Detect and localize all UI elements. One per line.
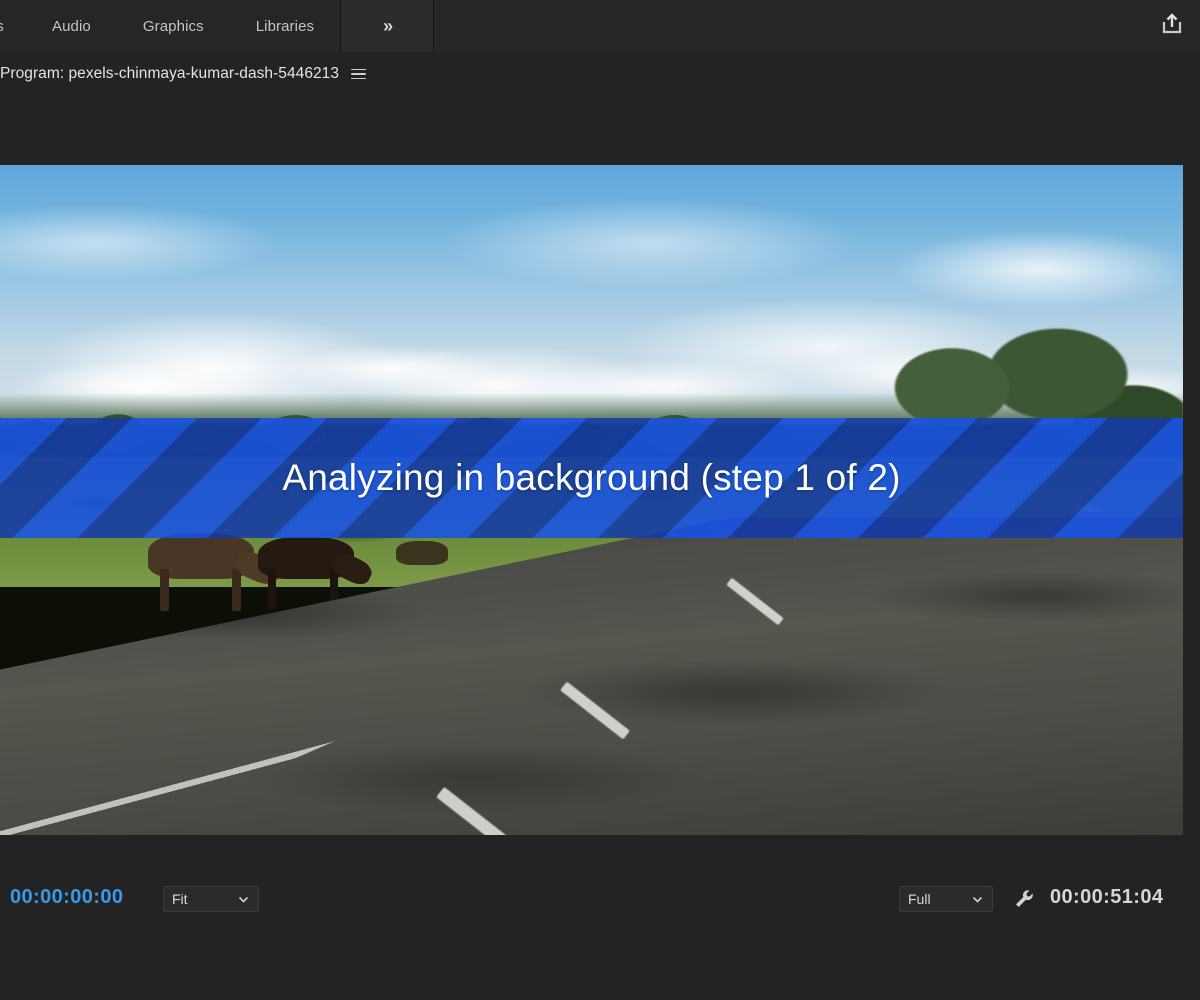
- program-monitor-video-area: Analyzing in background (step 1 of 2): [0, 165, 1200, 868]
- tab-bar-filler: [434, 0, 1200, 52]
- panel-menu-icon[interactable]: [351, 68, 367, 80]
- tab-label: s: [0, 18, 4, 35]
- export-share-icon[interactable]: [1152, 4, 1192, 44]
- tab-overflow-button[interactable]: »: [341, 0, 434, 52]
- wrench-icon[interactable]: [1012, 887, 1036, 911]
- zoom-level-value: Fit: [172, 891, 188, 907]
- program-panel-header: Program: pexels-chinmaya-kumar-dash-5446…: [0, 52, 1200, 165]
- workspace-tab-bar: s Audio Graphics Libraries »: [0, 0, 1200, 52]
- current-timecode[interactable]: 00:00:00:00: [10, 886, 123, 909]
- tab-label: Graphics: [142, 17, 204, 35]
- tab-label: Audio: [52, 17, 91, 35]
- cow-2-leg: [268, 569, 276, 609]
- controls-top-row: 00:00:00:00 Fit Full 00:00:51:04: [0, 884, 1200, 918]
- tab-clipped[interactable]: s: [0, 0, 26, 52]
- chevron-double-right-icon: »: [383, 15, 393, 36]
- zoom-level-dropdown[interactable]: Fit: [163, 886, 259, 912]
- tab-audio[interactable]: Audio: [26, 0, 117, 52]
- cow-1-leg: [232, 569, 241, 611]
- tab-label: Libraries: [255, 17, 315, 35]
- playback-resolution-dropdown[interactable]: Full: [899, 886, 993, 912]
- chevron-down-icon: [237, 893, 250, 906]
- program-monitor-controls: 00:00:00:00 Fit Full 00:00:51:04: [0, 868, 1200, 1000]
- program-panel-title: Program: pexels-chinmaya-kumar-dash-5446…: [0, 65, 340, 82]
- background-analysis-banner: Analyzing in background (step 1 of 2): [0, 418, 1183, 538]
- premiere-program-monitor: s Audio Graphics Libraries » Program: pe…: [0, 0, 1200, 1000]
- tab-graphics[interactable]: Graphics: [117, 0, 230, 52]
- chevron-down-icon: [971, 893, 984, 906]
- workspace-tabs: s Audio Graphics Libraries: [0, 0, 340, 52]
- cow-3: [396, 541, 448, 565]
- tab-libraries[interactable]: Libraries: [230, 0, 340, 52]
- banner-message: Analyzing in background (step 1 of 2): [282, 457, 901, 498]
- playback-resolution-value: Full: [908, 891, 931, 907]
- duration-timecode[interactable]: 00:00:51:04: [1050, 886, 1163, 909]
- video-frame[interactable]: Analyzing in background (step 1 of 2): [0, 165, 1183, 835]
- cow-1-leg: [160, 569, 169, 611]
